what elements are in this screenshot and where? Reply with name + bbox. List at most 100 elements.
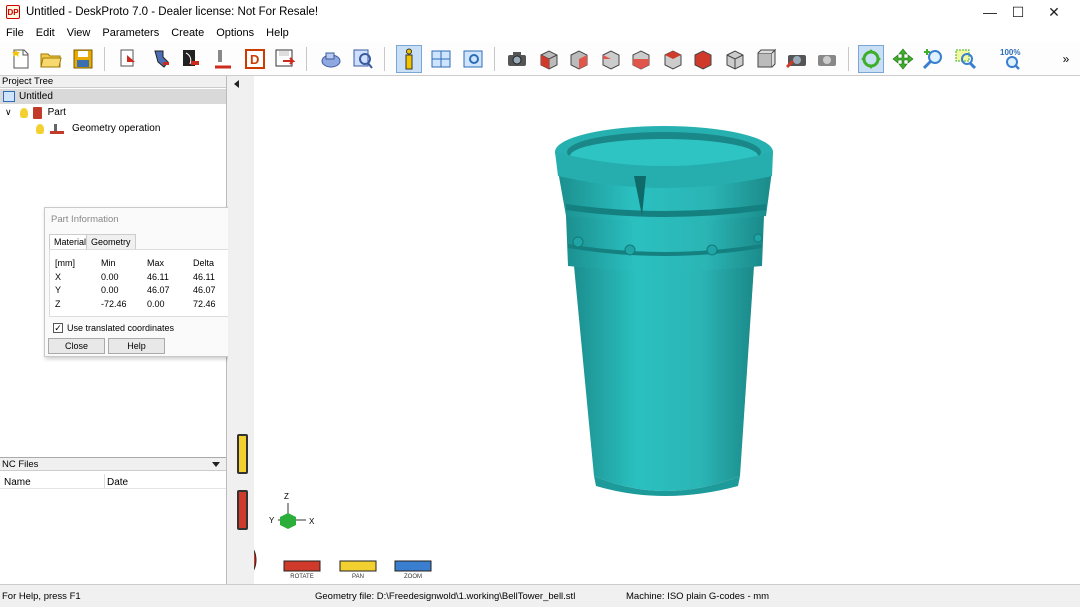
- operation-icon[interactable]: [210, 45, 236, 73]
- open-folder-icon[interactable]: [38, 45, 64, 73]
- nc-files-title: NC Files: [2, 459, 39, 470]
- table-cell: 0.00: [101, 285, 119, 295]
- help-button[interactable]: Help: [108, 338, 165, 354]
- zoom-slider-icon[interactable]: [237, 490, 248, 530]
- table-cell: Y: [55, 285, 62, 295]
- pan-slider-icon[interactable]: [237, 434, 248, 474]
- dialog-title: Part Information: [51, 214, 119, 225]
- nc-files-header: NC Files: [0, 458, 226, 471]
- lightbulb-icon[interactable]: [36, 123, 44, 134]
- view-front-icon[interactable]: [536, 45, 562, 73]
- parameters-icon[interactable]: [318, 45, 344, 73]
- tree-item-part-label: Part: [47, 107, 66, 118]
- side-strip: [228, 76, 254, 584]
- tree-item-operation-label: Geometry operation: [72, 123, 161, 134]
- save-icon[interactable]: [70, 45, 96, 73]
- close-window-button[interactable]: ✕: [1036, 0, 1072, 24]
- table-header: Max: [147, 258, 165, 268]
- view-left-icon[interactable]: [598, 45, 624, 73]
- dropdown-arrow-icon[interactable]: [212, 462, 220, 467]
- menu-parameters[interactable]: Parameters: [96, 27, 165, 39]
- menu-create[interactable]: Create: [165, 27, 210, 39]
- menu-edit[interactable]: Edit: [30, 27, 61, 39]
- title-bar: DP Untitled - DeskProto 7.0 - Dealer lic…: [0, 0, 1080, 24]
- maximize-button[interactable]: ☐: [1000, 0, 1036, 24]
- close-button[interactable]: Close: [48, 338, 105, 354]
- pan-control-label: PAN: [352, 574, 364, 580]
- nc-column-date[interactable]: Date: [107, 477, 128, 488]
- app-logo-icon: DP: [6, 5, 20, 19]
- table-cell: 0.00: [147, 299, 165, 309]
- lightbulb-icon[interactable]: [19, 107, 28, 118]
- svg-text:D: D: [250, 52, 259, 67]
- tree-item-geometry-operation[interactable]: Geometry operation: [36, 121, 160, 136]
- menu-help[interactable]: Help: [260, 27, 295, 39]
- rotate-control-icon[interactable]: [283, 560, 321, 572]
- tab-material[interactable]: Material: [49, 234, 92, 250]
- new-file-icon[interactable]: [8, 45, 34, 73]
- collapse-panel-icon[interactable]: [234, 80, 239, 88]
- zoom-control-icon[interactable]: [394, 560, 432, 572]
- zoom-control-label: ZOOM: [404, 574, 422, 580]
- translated-coordinates-option[interactable]: ✓ Use translated coordinates: [53, 323, 174, 333]
- chevron-down-icon[interactable]: ∨: [5, 107, 12, 118]
- zoom-window-icon[interactable]: [952, 45, 978, 73]
- info-icon[interactable]: [396, 45, 422, 73]
- pan-control-icon[interactable]: [339, 560, 377, 572]
- translated-coordinates-checkbox[interactable]: ✓: [53, 323, 63, 333]
- axis-z-label: Z: [284, 492, 289, 501]
- table-cell: 0.00: [101, 272, 119, 282]
- table-cell: -72.46: [101, 299, 127, 309]
- operation-icon: [50, 123, 64, 134]
- status-help-text: For Help, press F1: [2, 591, 81, 602]
- tree-item-part[interactable]: ∨ Part: [5, 105, 66, 120]
- rotate-tool-icon[interactable]: [858, 45, 884, 73]
- status-bar: For Help, press F1 Geometry file: D:\Fre…: [0, 584, 1080, 607]
- camera-icon[interactable]: [504, 45, 530, 73]
- import-vector-icon[interactable]: [148, 45, 174, 73]
- menu-view[interactable]: View: [61, 27, 97, 39]
- 3d-viewport[interactable]: Z Y X ROTATE PAN ZOOM: [211, 76, 1080, 584]
- render-icon[interactable]: [784, 45, 810, 73]
- part-dimensions-table: [mm] Min Max Delta X 0.00 46.11 46.11 Y …: [49, 249, 241, 317]
- tree-item-untitled-label: Untitled: [19, 91, 53, 102]
- pan-tool-icon[interactable]: [890, 45, 916, 73]
- table-cell: 46.11: [147, 272, 169, 282]
- part-icon: [32, 106, 42, 119]
- app-window: DP Untitled - DeskProto 7.0 - Dealer lic…: [0, 0, 1080, 607]
- axis-y-label: Y: [269, 516, 275, 525]
- search-icon[interactable]: [350, 45, 376, 73]
- table-cell: 46.07: [193, 285, 216, 295]
- bell-model-icon[interactable]: Z Y X: [211, 76, 1080, 584]
- import-bitmap-icon[interactable]: [178, 45, 204, 73]
- export-icon[interactable]: [272, 45, 298, 73]
- part-information-dialog: Part Information Material Geometry [mm] …: [44, 207, 245, 357]
- view-back-icon[interactable]: [566, 45, 592, 73]
- overflow-icon[interactable]: »: [1058, 45, 1074, 73]
- tree-item-untitled[interactable]: Untitled: [3, 89, 53, 104]
- design-icon[interactable]: D: [242, 45, 268, 73]
- view-icon[interactable]: [460, 45, 486, 73]
- menu-options[interactable]: Options: [210, 27, 260, 39]
- zoom-100-icon[interactable]: 100%: [996, 45, 1030, 73]
- view-iso2-icon[interactable]: [752, 45, 778, 73]
- zoom-tool-icon[interactable]: [920, 45, 946, 73]
- main-toolbar: D 100% »: [0, 42, 1080, 76]
- view-right-icon[interactable]: [628, 45, 654, 73]
- table-header: [mm]: [55, 258, 75, 268]
- tab-geometry[interactable]: Geometry: [86, 234, 136, 249]
- table-cell: 46.07: [147, 285, 170, 295]
- status-geometry-file: Geometry file: D:\Freedesignwold\1.worki…: [315, 591, 576, 602]
- menu-file[interactable]: File: [0, 27, 30, 39]
- view-iso-icon[interactable]: [722, 45, 748, 73]
- nc-column-name[interactable]: Name: [4, 477, 31, 488]
- table-cell: Z: [55, 299, 61, 309]
- checkbox-label: Use translated coordinates: [67, 323, 175, 333]
- table-cell: 72.46: [193, 299, 216, 309]
- view-top-icon[interactable]: [660, 45, 686, 73]
- render2-icon[interactable]: [814, 45, 840, 73]
- layout-icon[interactable]: [428, 45, 454, 73]
- project-tree-header: Project Tree: [0, 76, 226, 88]
- view-bottom-icon[interactable]: [690, 45, 716, 73]
- import-part-icon[interactable]: [116, 45, 142, 73]
